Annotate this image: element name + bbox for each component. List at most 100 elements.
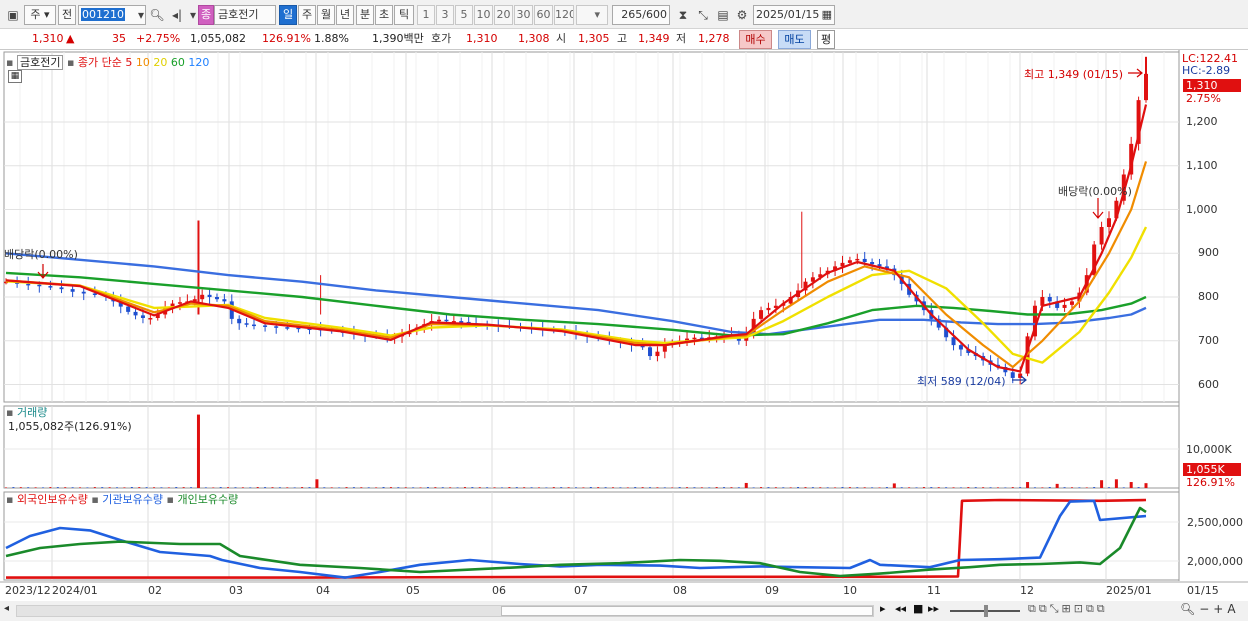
x-label: 07	[574, 584, 588, 597]
tab-weekly[interactable]: 주	[298, 5, 316, 25]
scroll-left-icon[interactable]: ◂	[4, 603, 14, 618]
volume-bar	[138, 487, 141, 488]
tab-yearly[interactable]: 년	[336, 5, 354, 25]
date-value: 2025/01/15	[756, 8, 820, 21]
chart-canvas[interactable]	[0, 50, 1248, 621]
interval-3[interactable]: 3	[436, 5, 454, 25]
x-label: 06	[492, 584, 506, 597]
sell-button[interactable]: 매도	[778, 30, 811, 49]
volume-bar	[234, 487, 237, 488]
x-label: 2025/01	[1106, 584, 1152, 597]
prev-button[interactable]: 전	[58, 5, 76, 25]
candle-body	[207, 294, 212, 297]
data-count-field[interactable]: 265/600	[612, 5, 670, 25]
x-label: 12	[1020, 584, 1034, 597]
interval-30[interactable]: 30	[514, 5, 533, 25]
ma10-legend: 10	[135, 56, 150, 69]
interval-60[interactable]: 60	[534, 5, 553, 25]
interval-1[interactable]: 1	[417, 5, 435, 25]
candle-body	[459, 321, 464, 323]
volume-bar	[641, 487, 644, 488]
volume-bar	[190, 487, 193, 488]
interval-20[interactable]: 20	[494, 5, 513, 25]
scroll-right-icon[interactable]: ▸	[880, 602, 886, 615]
table-icon[interactable]: ▦	[8, 70, 22, 83]
stock-name-legend[interactable]: 금호전기	[16, 55, 64, 70]
gear-icon[interactable]: ⚙	[733, 5, 751, 25]
volume-bar	[575, 487, 577, 488]
x-label: 2024/01	[52, 584, 98, 597]
low-label: 저	[676, 32, 687, 45]
volume-bar	[1048, 487, 1051, 488]
zoom-slider[interactable]	[950, 605, 1020, 617]
volume-bar	[1033, 487, 1036, 488]
interval-custom-dropdown[interactable]: ▾	[576, 5, 608, 25]
volume-bar	[552, 487, 555, 488]
scrollbar-thumb[interactable]	[501, 606, 873, 616]
volume-bar	[241, 487, 244, 488]
candle-body	[655, 351, 660, 357]
tab-daily[interactable]: 일	[279, 5, 297, 25]
volume-bar	[693, 487, 696, 488]
zoom-slider-handle[interactable]	[984, 605, 988, 617]
open-price: 1,305	[578, 32, 610, 45]
save-icon[interactable]: ▤	[714, 5, 732, 25]
tab-tick[interactable]: 틱	[394, 5, 414, 25]
fast-forward-icon[interactable]: ▸▸	[928, 602, 939, 615]
volume-bar	[153, 487, 156, 488]
volume-bar	[1114, 479, 1118, 488]
date-field[interactable]: 2025/01/15 ▦	[753, 5, 835, 25]
stop-icon[interactable]: ■	[913, 602, 923, 615]
volume-bar	[145, 487, 148, 488]
x-label: 02	[148, 584, 162, 597]
volume-bar	[797, 487, 800, 488]
interval-120[interactable]: 120	[554, 5, 574, 25]
rewind-icon[interactable]: ◂◂	[895, 602, 906, 615]
window-icon[interactable]: ▣	[4, 5, 22, 25]
settings-square-icon: ▪	[91, 493, 99, 506]
x-label: 04	[316, 584, 330, 597]
volume-bar	[922, 487, 925, 488]
stock-code-value: 001210	[81, 8, 125, 21]
candle-body	[1047, 297, 1052, 302]
market-type-dropdown[interactable]: 주 ▾	[24, 5, 56, 25]
buy-button[interactable]: 매수	[739, 30, 772, 49]
low-price: 1,278	[698, 32, 730, 45]
volume-bar	[352, 487, 355, 488]
tab-monthly[interactable]: 월	[317, 5, 335, 25]
search-icon[interactable]: 🔍︎	[148, 5, 166, 25]
tab-second[interactable]: 초	[375, 5, 393, 25]
draw-tool-icon[interactable]: ⤡	[694, 5, 712, 25]
volume-bar	[456, 487, 459, 488]
list-button[interactable]: 평	[817, 30, 835, 49]
horizontal-scrollbar[interactable]	[16, 605, 874, 617]
price-tick-label: 1,200	[1186, 115, 1218, 128]
candle-body	[26, 283, 31, 286]
volume-bar	[1129, 482, 1133, 488]
volume-bar	[878, 487, 881, 488]
tab-minute[interactable]: 분	[356, 5, 374, 25]
candle-body	[59, 287, 64, 290]
chart-area[interactable]: ▪ 금호전기 ▪ 종가 단순 5 10 20 60 120 ▦ 최고 1,349…	[0, 50, 1248, 621]
x-label: 11	[927, 584, 941, 597]
volume-bar	[1107, 487, 1110, 488]
candle-settings-icon[interactable]: ⧗	[674, 5, 692, 25]
volume-bar	[967, 487, 970, 488]
volume-bar	[382, 487, 385, 488]
data-total: /600	[642, 8, 667, 21]
interval-5[interactable]: 5	[455, 5, 473, 25]
volume-bar	[286, 487, 289, 488]
interval-10[interactable]: 10	[474, 5, 493, 25]
volume-bar	[1070, 487, 1073, 488]
bid-price: 1,308	[518, 32, 550, 45]
volume-bar	[974, 487, 977, 488]
volume-axis-label: 10,000K	[1186, 443, 1232, 456]
zoom-controls[interactable]: 🔍︎−+A	[1180, 602, 1240, 616]
volume-bar	[1078, 487, 1081, 488]
volume-bar	[900, 487, 903, 488]
volume-tag: 1,055K	[1183, 463, 1241, 476]
chart-layout-icons[interactable]: ⧉⧉⤡⊞⊡⧉⧉	[1028, 602, 1108, 616]
stock-name-field[interactable]: 금호전기	[214, 5, 276, 25]
volume-bar	[989, 487, 992, 488]
volume-bar	[116, 487, 119, 488]
